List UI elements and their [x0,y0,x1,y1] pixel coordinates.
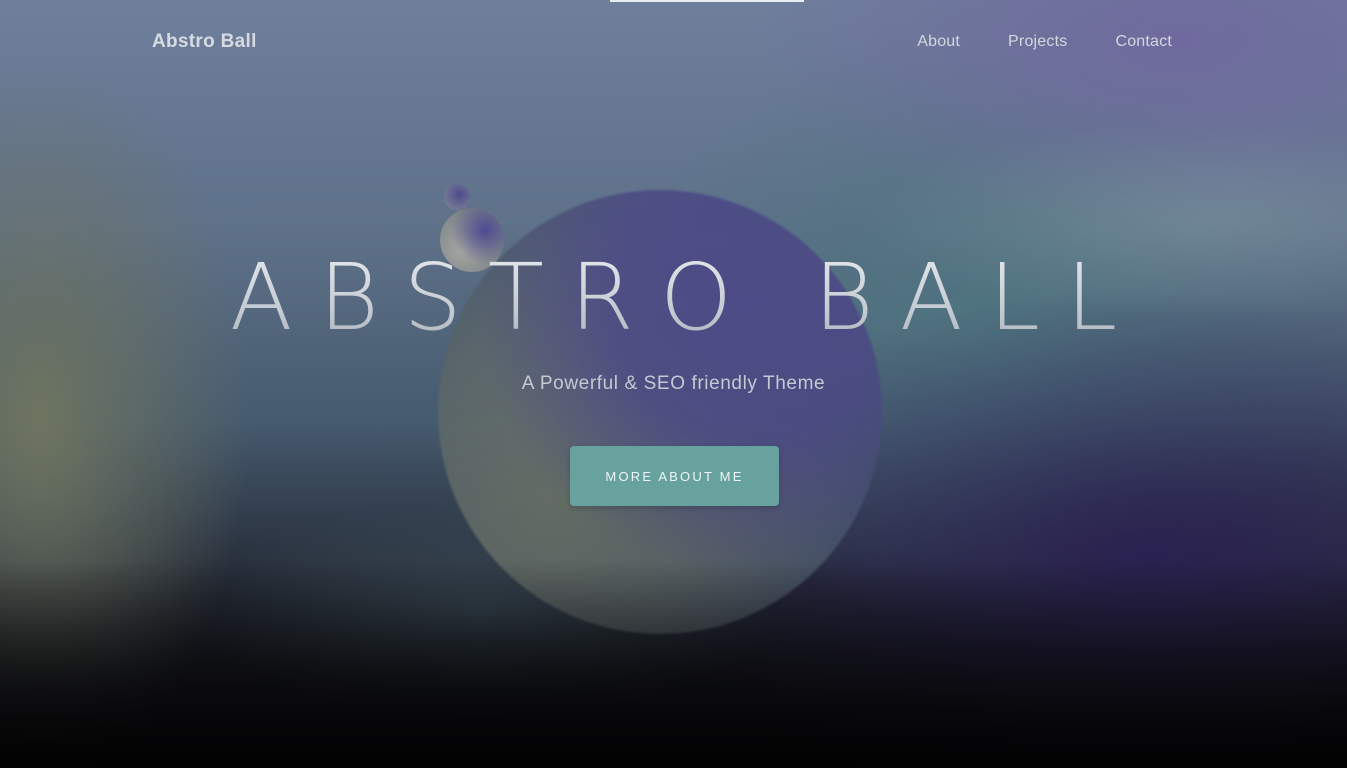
top-progress-strip [610,0,804,2]
brand-logo-link[interactable]: Abstro Ball [152,31,257,53]
nav-link-contact[interactable]: Contact [1115,33,1172,51]
more-about-me-button[interactable]: MORE ABOUT ME [570,446,779,506]
main-nav: About Projects Contact [917,33,1172,51]
hero-page: Abstro Ball About Projects Contact ABSTR… [0,0,1347,768]
hero-title: ABSTRO BALL [0,252,1347,344]
hero-subtitle: A Powerful & SEO friendly Theme [521,373,826,394]
bottom-fade-overlay [0,560,1347,768]
nav-link-projects[interactable]: Projects [1008,33,1067,51]
nav-link-about[interactable]: About [917,33,960,51]
background-sphere-tiny [444,184,470,210]
